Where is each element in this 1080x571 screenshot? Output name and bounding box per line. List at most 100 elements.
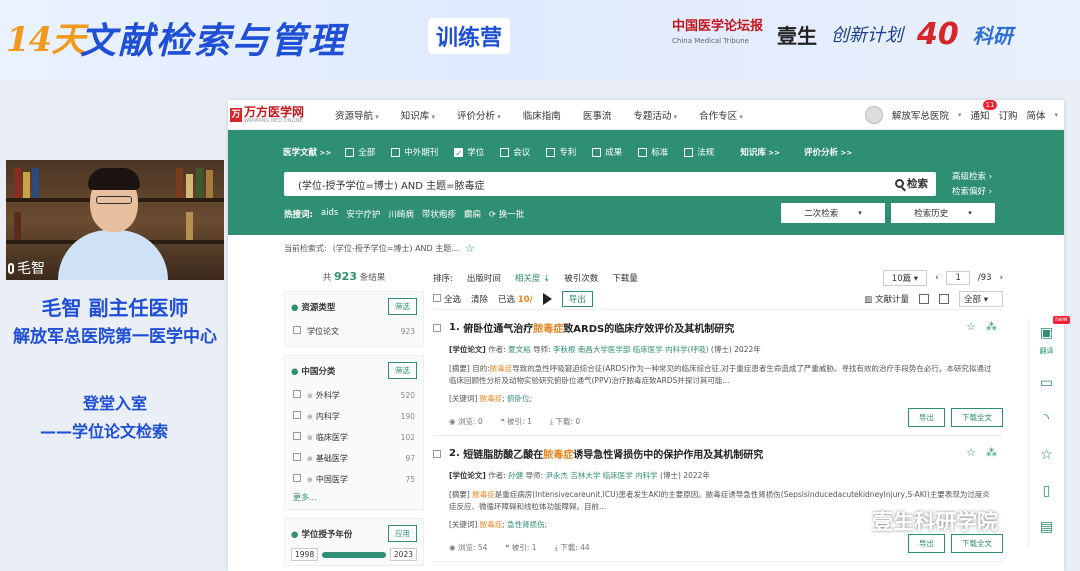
checkbox[interactable]: [500, 147, 510, 157]
export-button[interactable]: 导出: [908, 408, 945, 427]
filter-regulation[interactable]: 法规: [684, 146, 714, 158]
expand-icon[interactable]: ⊕: [307, 413, 313, 421]
facet-item[interactable]: ⊕ 临床医学 102: [291, 427, 417, 448]
filter-conference[interactable]: 会议: [500, 146, 530, 158]
checkbox[interactable]: [433, 323, 441, 332]
author-link[interactable]: 孙健: [508, 471, 523, 480]
checkbox[interactable]: [345, 147, 355, 157]
search-input[interactable]: (学位-授予学位=博士) AND 主题=脓毒症 检索: [284, 172, 936, 196]
list-view-icon[interactable]: [919, 293, 929, 304]
mentor-link[interactable]: 李秋根: [553, 345, 576, 354]
tab-knowledge[interactable]: 知识库: [740, 146, 780, 158]
user-name[interactable]: 解放军总医院: [892, 108, 949, 122]
play-icon[interactable]: [542, 292, 552, 305]
download-fulltext-button[interactable]: 下载全文: [951, 408, 1003, 427]
nav-item-guidelines[interactable]: 临床指南: [512, 108, 572, 122]
sort-date[interactable]: 出版时间: [467, 272, 501, 284]
share-icon[interactable]: ⁂: [986, 320, 997, 333]
search-query[interactable]: (学位-授予学位=博士) AND 主题=脓毒症: [298, 177, 485, 192]
filter-label[interactable]: 医学文献: [283, 146, 331, 158]
page-size-select[interactable]: 10篇 ▾: [882, 270, 928, 286]
filter-standard[interactable]: 标准: [638, 146, 668, 158]
grid-view-icon[interactable]: [939, 293, 949, 304]
facet-item[interactable]: ⊕ 中国医学 75: [291, 469, 417, 490]
star-icon[interactable]: ☆: [966, 320, 976, 333]
checkbox[interactable]: [433, 293, 441, 302]
keyword-link[interactable]: 急性肾损伤: [507, 520, 545, 529]
hot-term[interactable]: 癫痫: [464, 208, 481, 220]
filter-degree[interactable]: 学位: [454, 146, 484, 158]
search-history-button[interactable]: 检索历史 ▾: [891, 203, 995, 223]
checkbox[interactable]: [293, 390, 301, 398]
next-page-icon[interactable]: ›: [1000, 273, 1003, 283]
display-select[interactable]: 全部 ▾: [959, 290, 1003, 307]
checkbox[interactable]: [293, 432, 301, 440]
hot-term[interactable]: 安宁疗护: [346, 208, 380, 220]
keyword-link[interactable]: 脓毒症: [480, 520, 503, 529]
year-track[interactable]: [322, 551, 386, 558]
school-link[interactable]: 南昌大学医学部: [578, 345, 631, 354]
rss-icon[interactable]: ◝: [1038, 410, 1056, 428]
nav-item-medflow[interactable]: 医事流: [572, 108, 623, 122]
filter-patent[interactable]: 专利: [546, 146, 576, 158]
checkbox[interactable]: [293, 411, 301, 419]
star-icon[interactable]: ☆: [1038, 446, 1056, 464]
year-slider[interactable]: 1998 2023: [291, 548, 417, 561]
search-preference-link[interactable]: 检索偏好: [952, 185, 992, 200]
checkbox[interactable]: [638, 147, 648, 157]
chevron-down-icon[interactable]: ▾: [1054, 111, 1058, 119]
avatar[interactable]: [864, 106, 883, 124]
checkbox[interactable]: [391, 147, 401, 157]
nav-item-evaluation[interactable]: 评价分析: [446, 108, 512, 122]
message-icon[interactable]: ▤: [1038, 518, 1056, 536]
nav-item-events[interactable]: 专题活动: [622, 108, 688, 122]
filter-journals[interactable]: 中外期刊: [391, 146, 438, 158]
share-icon[interactable]: ⁂: [986, 446, 997, 459]
expand-icon[interactable]: ⊕: [307, 434, 313, 442]
order-link[interactable]: 订购: [998, 108, 1017, 122]
checkbox[interactable]: [592, 147, 602, 157]
facet-item[interactable]: 学位论文 923: [291, 321, 417, 342]
star-icon[interactable]: ☆: [465, 242, 475, 255]
author-link[interactable]: 夏文裕: [508, 345, 531, 354]
nav-item-cooperation[interactable]: 合作专区: [688, 108, 754, 122]
checkbox[interactable]: [293, 474, 301, 482]
chevron-down-icon[interactable]: ▾: [958, 111, 962, 119]
expand-icon[interactable]: ⊕: [307, 476, 313, 484]
hot-term[interactable]: 川崎病: [388, 208, 414, 220]
clear-button[interactable]: 清除: [471, 293, 488, 305]
expand-icon[interactable]: ⊕: [307, 392, 313, 400]
tab-evaluation[interactable]: 评价分析: [804, 146, 852, 158]
keyword-link[interactable]: 俯卧位: [507, 394, 530, 403]
wallet-icon[interactable]: ▭: [1038, 374, 1056, 392]
apply-button[interactable]: 应用: [388, 525, 417, 542]
page-input[interactable]: 1: [946, 271, 970, 285]
site-logo[interactable]: 万 万方医学网 WANFANG MED ONLINE: [230, 106, 320, 124]
prev-page-icon[interactable]: ‹: [935, 273, 938, 283]
facet-item[interactable]: ⊕ 外科学 520: [291, 385, 417, 406]
nav-item-knowledge[interactable]: 知识库: [390, 108, 446, 122]
mobile-icon[interactable]: ▯: [1038, 482, 1056, 500]
filter-button[interactable]: 筛选: [388, 298, 417, 315]
school-link[interactable]: 吉林大学: [570, 471, 600, 480]
star-icon[interactable]: ☆: [966, 446, 976, 459]
language-switch[interactable]: 简体: [1026, 108, 1045, 122]
nav-item-resources[interactable]: 资源导航: [324, 108, 390, 122]
sort-relevance[interactable]: 相关度 ↓: [515, 272, 550, 284]
refresh-button[interactable]: ⟳ 换一批: [489, 208, 524, 220]
checkbox[interactable]: [684, 147, 694, 157]
advanced-search-link[interactable]: 高级检索: [952, 170, 992, 185]
search-button[interactable]: 检索: [895, 176, 928, 191]
translate-label[interactable]: 翻译: [1040, 346, 1054, 356]
expand-icon[interactable]: ⊕: [307, 455, 313, 463]
secondary-search-button[interactable]: 二次检索 ▾: [781, 203, 885, 223]
mentor-link[interactable]: 尹永杰: [545, 471, 568, 480]
result-title[interactable]: 1. 俯卧位通气治疗 脓毒症 致ARDS的临床疗效评价及其机制研究: [433, 320, 1003, 335]
checkbox[interactable]: [293, 453, 301, 461]
export-button[interactable]: 导出: [561, 290, 593, 307]
filter-all[interactable]: 全部: [345, 146, 375, 158]
facet-item[interactable]: ⊕ 内科学 190: [291, 406, 417, 427]
hot-term[interactable]: 带状疱疹: [422, 208, 456, 220]
result-title[interactable]: 2. 短链脂肪酸乙酸在 脓毒症 诱导急性肾损伤中的保护作用及其机制研究: [433, 446, 1003, 461]
checkbox-checked[interactable]: [454, 147, 464, 157]
